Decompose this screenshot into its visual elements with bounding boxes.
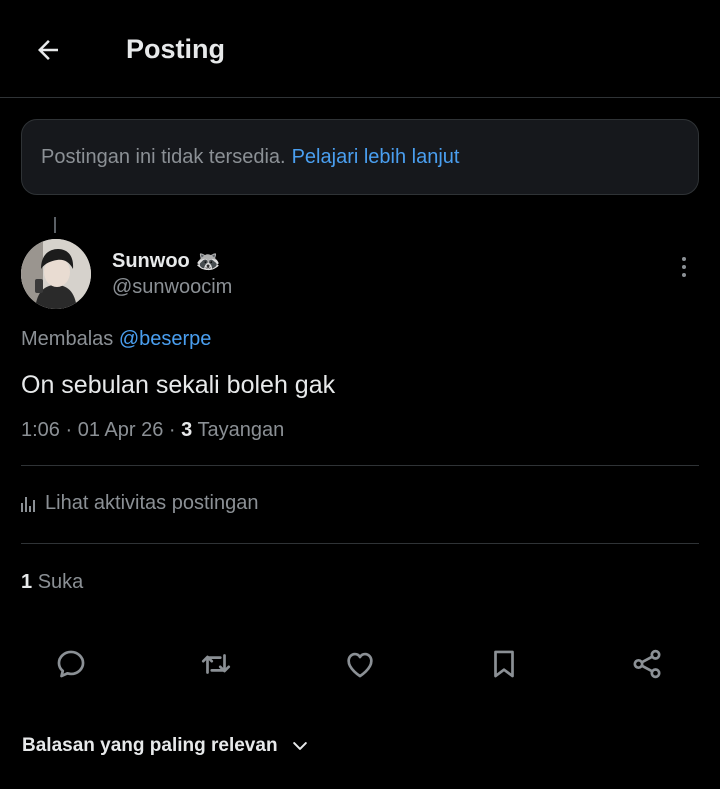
reply-icon (57, 650, 85, 678)
share-button[interactable] (627, 644, 667, 684)
view-activity-link[interactable]: Lihat aktivitas postingan (21, 492, 258, 515)
post-time[interactable]: 1:06 (21, 419, 60, 441)
views-count: 3 (181, 419, 193, 441)
meta-separator: · (65, 419, 73, 441)
more-dot-icon (682, 257, 686, 261)
more-dot-icon (682, 265, 686, 269)
thread-connector (54, 217, 56, 233)
repost-icon (201, 654, 231, 674)
bookmark-button[interactable] (484, 644, 524, 684)
repost-button[interactable] (196, 644, 236, 684)
user-handle[interactable]: @sunwoocim (112, 276, 232, 299)
more-dot-icon (682, 273, 686, 277)
likes-link[interactable]: 1 Suka (21, 571, 83, 594)
divider (21, 543, 699, 544)
learn-more-link[interactable]: Pelajari lebih lanjut (292, 146, 460, 169)
likes-label: Suka (37, 571, 84, 593)
reply-button[interactable] (51, 644, 91, 684)
avatar[interactable] (21, 239, 91, 309)
display-name[interactable]: Sunwoo 🦝 (112, 249, 221, 274)
unavailable-post-notice: Postingan ini tidak tersedia. Pelajari l… (21, 119, 699, 195)
chevron-down-icon (290, 736, 310, 756)
views-label: Tayangan (197, 419, 285, 441)
mention-link[interactable]: @beserpe (119, 328, 212, 350)
display-name-text: Sunwoo (112, 250, 190, 272)
activity-label: Lihat aktivitas postingan (45, 492, 259, 514)
reply-sort-dropdown[interactable]: Balasan yang paling relevan (22, 735, 310, 757)
avatar-photo (21, 239, 91, 309)
post-date[interactable]: 01 Apr 26 (78, 419, 164, 441)
post-meta: 1:06 · 01 Apr 26 · 3 Tayangan (21, 419, 284, 442)
back-button[interactable] (28, 30, 68, 70)
like-button[interactable] (340, 644, 380, 684)
divider (21, 465, 699, 466)
raccoon-emoji: 🦝 (195, 251, 221, 273)
analytics-icon (21, 496, 35, 512)
sort-label: Balasan yang paling relevan (22, 735, 278, 756)
post-text: On sebulan sekali boleh gak (21, 371, 336, 399)
bookmark-icon (494, 650, 514, 678)
back-arrow-icon (38, 40, 58, 60)
share-icon (633, 649, 661, 679)
top-bar: Posting (0, 0, 720, 98)
replying-to: Membalas @beserpe (21, 328, 211, 351)
meta-separator: · (168, 419, 176, 441)
page-title: Posting (126, 34, 225, 64)
replying-prefix: Membalas (21, 328, 114, 350)
notice-text: Postingan ini tidak tersedia. (41, 145, 286, 168)
more-options-button[interactable] (672, 252, 696, 282)
likes-count: 1 (21, 571, 33, 593)
like-icon (347, 652, 373, 678)
